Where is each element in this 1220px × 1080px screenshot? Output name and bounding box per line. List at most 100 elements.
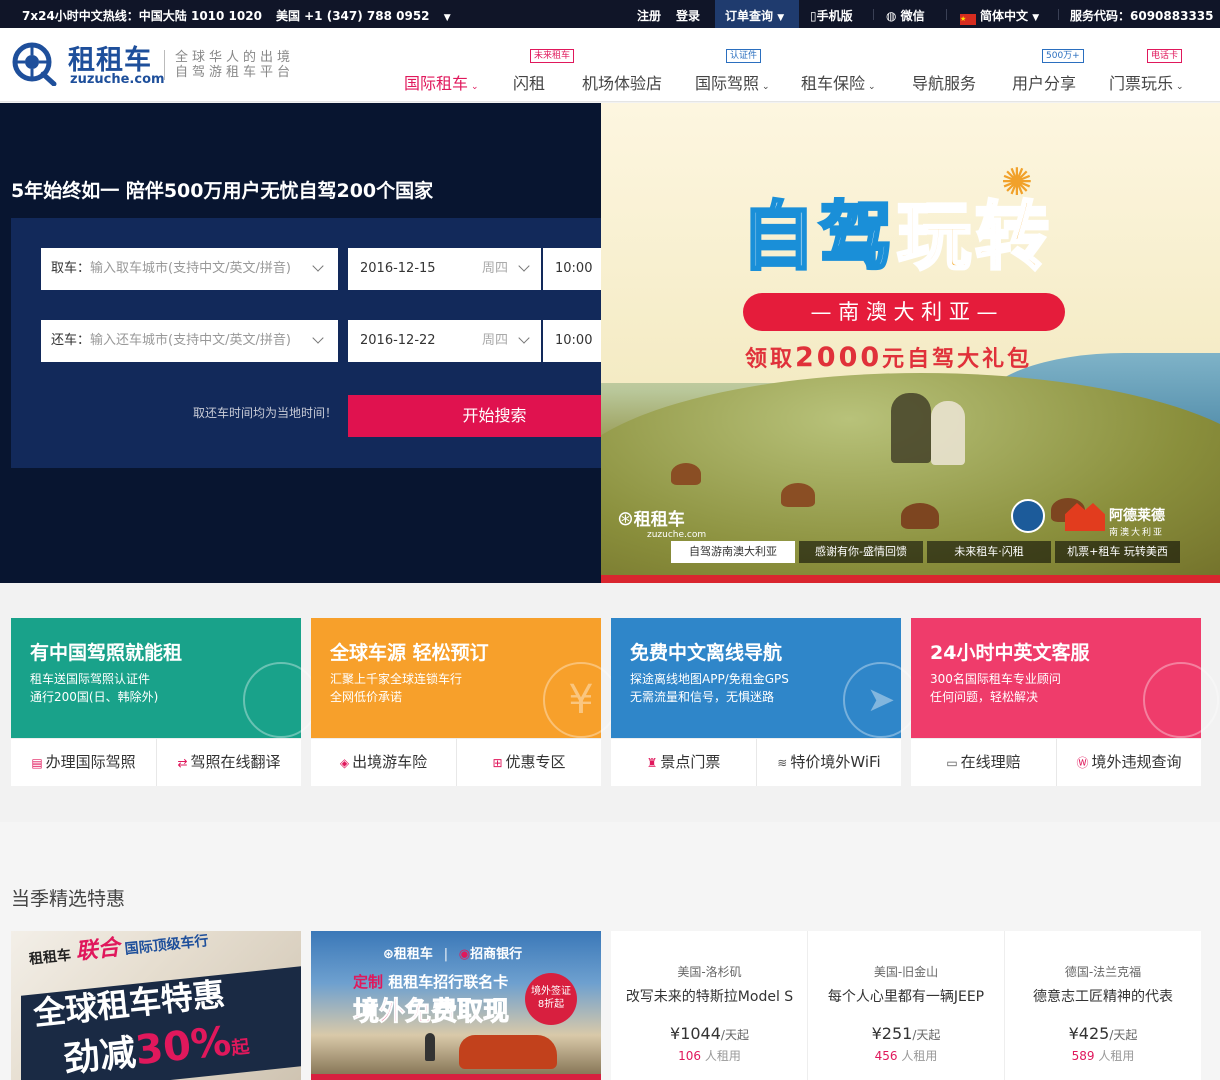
logo-icon: ⊛	[617, 506, 634, 530]
couple-figure	[891, 393, 931, 463]
feature-card-booking[interactable]: 全球车源 轻松预订 汇聚上千家全球连锁车行 全网低价承诺 ¥ ◈ 出境游车险 ⊞ 优…	[311, 618, 619, 786]
banner-tab[interactable]: 感谢有你-盛情回馈	[799, 541, 923, 563]
deal-name: 每个人心里都有一辆JEEP	[827, 989, 985, 1005]
feature-desc: 通行200国(日、韩除外)	[30, 690, 159, 704]
search-button[interactable]: 开始搜索	[348, 395, 641, 437]
link-travel-insurance[interactable]: ◈ 出境游车险	[311, 738, 456, 786]
return-date-input[interactable]: 2016-12-22 周四	[348, 320, 541, 362]
pickup-date: 2016-12-15	[360, 261, 436, 276]
return-city-input[interactable]: 还车：输入还车城市(支持中文/英文/拼音)	[41, 320, 338, 362]
nav-label: 门票玩乐	[1109, 74, 1174, 93]
order-query-menu[interactable]: 订单查询 ▼	[715, 0, 799, 28]
feature-title: 全球车源 轻松预订	[330, 642, 489, 664]
promo-credit-card[interactable]: ⊛租租车 | ◉招商银行 定制 租租车招行联名卡 境外免费取现 境外签证 8折起	[311, 931, 601, 1080]
promo2-line1: 定制 租租车招行联名卡	[353, 971, 508, 992]
pickup-date-input[interactable]: 2016-12-15 周四	[348, 248, 541, 290]
price-value: ¥251	[871, 1024, 913, 1043]
nav-tickets-fun[interactable]: 门票玩乐 ⌄	[1109, 70, 1184, 94]
nav-badge: 未来租车	[530, 49, 575, 63]
kangaroo-icon	[781, 483, 815, 507]
link-discounts[interactable]: ⊞ 优惠专区	[456, 738, 601, 786]
promo1-header: 租租车 联合 国际顶级车行	[27, 931, 210, 971]
headline-part: 玩转	[896, 194, 1053, 281]
deal-card[interactable]: 美国-洛杉矶 改写未来的特斯拉Model S ¥1044/天起 106 人租用	[611, 931, 808, 1080]
promo-brand: 租租车	[28, 947, 72, 968]
feature-card-support[interactable]: 24小时中英文客服 300名国际租车专业顾问 任何问题，轻松解决 ▭ 在线理赔 Ⓦ…	[911, 618, 1219, 786]
kangaroo-icon	[671, 463, 701, 485]
feature-card-top: 全球车源 轻松预订 汇聚上千家全球连锁车行 全网低价承诺 ¥	[311, 618, 619, 738]
feature-title: 有中国驾照就能租	[30, 642, 183, 664]
section-title: 当季精选特惠	[11, 888, 126, 910]
feature-desc: 租车送国际驾照认证件	[30, 672, 151, 686]
china-flag-icon: ★	[960, 14, 976, 25]
china-phone: 中国大陆 1010 1020	[138, 9, 262, 23]
banner-tab[interactable]: 自驾游南澳大利亚	[671, 541, 795, 563]
divider	[946, 9, 947, 20]
top-bar: 7x24小时中文热线：中国大陆 1010 1020 美国 +1 (347) 788…	[0, 0, 1220, 28]
return-label: 还车：	[51, 333, 91, 348]
chevron-down-icon[interactable]: ▼	[444, 13, 451, 23]
chevron-down-icon	[518, 332, 530, 344]
mobile-link[interactable]: ▯手机版	[810, 7, 853, 24]
nav-airport-store[interactable]: 机场体验店	[582, 70, 662, 94]
feature-title: 24小时中英文客服	[930, 642, 1090, 664]
link-online-claims[interactable]: ▭ 在线理赔	[911, 738, 1056, 786]
login-link[interactable]: 登录	[676, 7, 700, 24]
logo-icon[interactable]	[10, 40, 62, 87]
offer-text: 领取	[745, 347, 796, 372]
feature-card-license[interactable]: 有中国驾照就能租 租车送国际驾照认证件 通行200国(日、韩除外) ▤ 办理国际驾…	[11, 618, 319, 786]
feature-card-navigation[interactable]: 免费中文离线导航 探途离线地图APP/免租金GPS 无需流量和信号，无惧迷路 ➤…	[611, 618, 919, 786]
register-link[interactable]: 注册	[637, 7, 661, 24]
banner-tab[interactable]: 未来租车·闪租	[927, 541, 1051, 563]
nav-navigation-service[interactable]: 导航服务	[912, 70, 976, 94]
deal-card[interactable]: 美国-旧金山 每个人心里都有一辆JEEP ¥251/天起 456 人租用	[807, 931, 1004, 1080]
price-value: ¥1044	[670, 1024, 721, 1043]
offer-text: 元自驾大礼包	[882, 347, 1033, 372]
banner-logo-text: 租租车	[633, 510, 685, 530]
slogan-line: 自驾游租车平台	[175, 65, 295, 80]
banner-tab[interactable]: 机票+租车 玩转美西	[1055, 541, 1180, 563]
deal-card[interactable]: 德国-法兰克福 德意志工匠精神的代表 ¥425/天起 589 人租用	[1004, 931, 1201, 1080]
promo2-card-name: 租租车招行联名卡	[388, 973, 509, 991]
chevron-down-icon	[518, 260, 530, 272]
link-intl-license[interactable]: ▤ 办理国际驾照	[11, 738, 156, 786]
promo-banner[interactable]: ✺ 自驾玩转 — 南 澳 大 利 亚 — 领取2000元自驾大礼包 ⊛租租车 z…	[601, 103, 1220, 583]
yen-icon: ¥	[543, 662, 619, 738]
phone-icon: ▯	[810, 9, 817, 23]
chevron-down-icon: ▼	[1032, 13, 1040, 23]
nav-international-rental[interactable]: 国际租车 ⌄	[404, 70, 479, 94]
wechat-link[interactable]: ◍ 微信	[886, 7, 925, 24]
feature-desc: 汇聚上千家全球连锁车行	[330, 672, 463, 686]
chevron-down-icon	[312, 260, 324, 272]
language-select[interactable]: ★ 简体中文 ▼	[960, 7, 1039, 25]
link-label: 出境游车险	[352, 753, 428, 771]
link-violation-query[interactable]: Ⓦ 境外违规查询	[1056, 738, 1201, 786]
nav-flash-rental[interactable]: 闪租	[513, 70, 545, 94]
kangaroo-icon	[901, 503, 939, 529]
nav-label: 国际驾照	[695, 74, 760, 93]
banner-bottom-strip	[601, 575, 1220, 583]
couple-figure	[931, 401, 965, 465]
deal-city: 美国-旧金山	[873, 965, 939, 979]
link-attraction-tickets[interactable]: ♜ 景点门票	[611, 738, 756, 786]
nav-rental-insurance[interactable]: 租车保险 ⌄	[801, 70, 876, 94]
promo2-bank: 招商银行	[470, 947, 523, 962]
promo-rental-discount[interactable]: 租租车 联合 国际顶级车行 全球租车特惠 劲减30%起	[11, 931, 301, 1080]
nav-intl-license[interactable]: 国际驾照 ⌄	[695, 70, 770, 94]
wechat-icon: ◍	[886, 9, 897, 23]
headline-part: 自驾	[740, 194, 897, 281]
link-license-translate[interactable]: ⇄ 驾照在线翻译	[156, 738, 301, 786]
promo2-custom: 定制	[353, 973, 384, 991]
order-query-label: 订单查询	[725, 9, 774, 23]
deal-price: ¥251/天起	[808, 1024, 1004, 1043]
document-icon: ▤	[31, 756, 43, 770]
nav-user-share[interactable]: 用户分享	[1012, 70, 1076, 94]
clock-24h-icon	[1143, 662, 1219, 738]
link-wifi[interactable]: ≋ 特价境外WiFi	[756, 738, 901, 786]
cmb-logo-icon: ◉	[458, 947, 471, 962]
pickup-city-input[interactable]: 取车：输入取车城市(支持中文/英文/拼音)	[41, 248, 338, 290]
pickup-time: 10:00	[555, 261, 593, 276]
feature-title: 免费中文离线导航	[630, 642, 783, 664]
feature-desc: 全网低价承诺	[330, 690, 403, 704]
logo-icon: ⊛	[383, 947, 394, 962]
